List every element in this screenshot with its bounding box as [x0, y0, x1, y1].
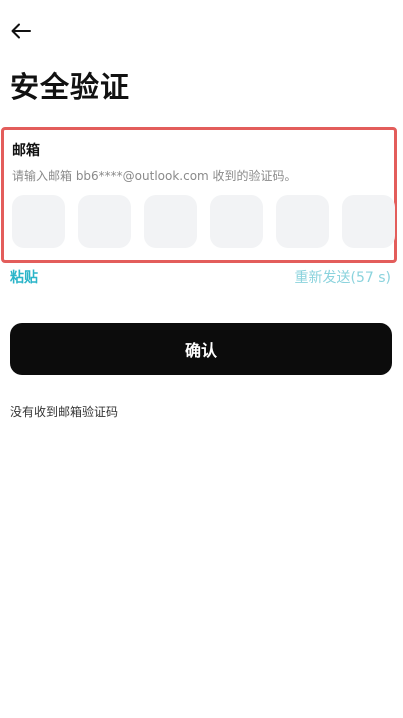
- code-digit-4[interactable]: [210, 195, 263, 248]
- arrow-left-icon: [11, 23, 31, 39]
- paste-button[interactable]: 粘贴: [10, 267, 38, 287]
- resend-countdown: 重新发送(57 s): [294, 270, 391, 286]
- no-code-received-link[interactable]: 没有收到邮箱验证码: [10, 403, 118, 420]
- page-title: 安全验证: [10, 70, 131, 104]
- code-digit-2[interactable]: [78, 195, 131, 248]
- verification-hint: 请输入邮箱 bb6****@outlook.com 收到的验证码。: [12, 169, 297, 183]
- code-digit-5[interactable]: [276, 195, 329, 248]
- code-digit-6[interactable]: [342, 195, 395, 248]
- email-verification-section: 邮箱 请输入邮箱 bb6****@outlook.com 收到的验证码。: [1, 127, 397, 263]
- code-digit-1[interactable]: [12, 195, 65, 248]
- confirm-button[interactable]: 确认: [10, 323, 392, 375]
- email-label: 邮箱: [12, 143, 40, 159]
- back-button[interactable]: [8, 18, 34, 44]
- code-input-row: [12, 195, 395, 248]
- code-digit-3[interactable]: [144, 195, 197, 248]
